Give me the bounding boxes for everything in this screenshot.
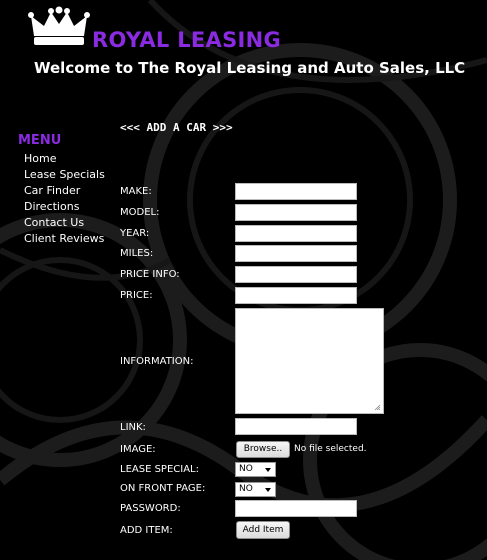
lease-special-label: LEASE SPECIAL: [120,464,199,475]
price-input[interactable] [235,287,357,304]
price-info-label: PRICE INFO: [120,269,180,280]
dropdown-arrow-icon [265,488,271,492]
lease-special-value: NO [239,464,253,474]
menu-item-car-finder[interactable]: Car Finder [24,183,105,199]
password-label: PASSWORD: [120,503,181,514]
information-label: INFORMATION: [120,356,194,367]
menu-item-contact-us[interactable]: Contact Us [24,215,105,231]
front-page-select[interactable]: NO [235,482,276,497]
menu-title: MENU [18,133,62,148]
menu-item-home[interactable]: Home [24,151,105,167]
sidebar-menu: Home Lease Specials Car Finder Direction… [24,151,105,247]
year-label: YEAR: [120,228,150,239]
make-label: MAKE: [120,186,152,197]
information-textarea[interactable] [235,308,384,414]
price-info-input[interactable] [235,266,357,283]
model-input[interactable] [235,204,357,221]
link-input[interactable] [235,418,357,435]
front-page-value: NO [239,484,253,494]
miles-label: MILES: [120,248,154,259]
link-label: LINK: [120,422,146,433]
brand-title: ROYAL LEASING [92,28,282,52]
menu-item-directions[interactable]: Directions [24,199,105,215]
add-item-button[interactable]: Add Item [236,521,290,539]
make-input[interactable] [235,183,357,200]
dropdown-arrow-icon [265,468,271,472]
crown-icon [28,6,90,45]
image-label: IMAGE: [120,444,156,455]
browse-button[interactable]: Browse.. [236,441,290,458]
miles-input[interactable] [235,245,357,262]
add-item-label: ADD ITEM: [120,525,173,536]
password-input[interactable] [235,500,357,517]
price-label: PRICE: [120,290,153,301]
model-label: MODEL: [120,207,160,218]
page-heading: <<< ADD A CAR >>> [120,121,233,134]
resize-grip-icon[interactable] [374,404,381,411]
welcome-heading: Welcome to The Royal Leasing and Auto Sa… [34,59,466,77]
lease-special-select[interactable]: NO [235,462,276,477]
menu-item-lease-specials[interactable]: Lease Specials [24,167,105,183]
file-status-text: No file selected. [294,444,367,454]
year-input[interactable] [235,225,357,242]
menu-item-client-reviews[interactable]: Client Reviews [24,231,105,247]
front-page-label: ON FRONT PAGE: [120,483,206,494]
